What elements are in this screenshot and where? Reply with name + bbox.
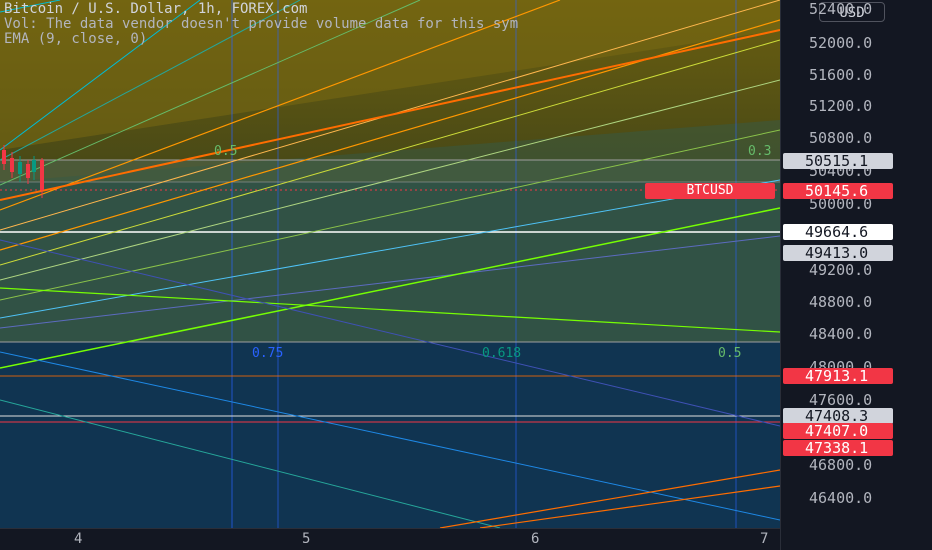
time-tick: 5 — [302, 531, 311, 547]
price-tag-white: 49664.6 — [783, 224, 893, 240]
price-tag-last: 50145.6 — [783, 183, 893, 199]
chart-legend[interactable]: Bitcoin / U.S. Dollar, 1h, FOREX.com Vol… — [4, 2, 518, 47]
fib-label: 0.618 — [482, 346, 522, 361]
price-tag-red: 47338.1 — [783, 440, 893, 456]
price-tick: 51600.0 — [809, 66, 873, 84]
time-axis[interactable]: 4 5 6 7 — [0, 528, 780, 550]
symbol-price-tag: BTCUSD — [645, 183, 775, 199]
time-tick: 6 — [531, 531, 540, 547]
price-tick: 48400.0 — [809, 325, 873, 343]
price-tick: 48800.0 — [809, 293, 873, 311]
chart-canvas[interactable] — [0, 0, 780, 528]
price-tick: 52000.0 — [809, 34, 873, 52]
price-tick: 49200.0 — [809, 261, 873, 279]
price-tick: 52400.0 — [809, 0, 873, 18]
price-tag-gray: 49413.0 — [783, 245, 893, 261]
price-tick: 46400.0 — [809, 489, 873, 507]
price-tick: 51200.0 — [809, 97, 873, 115]
volume-note: Vol: The data vendor doesn't provide vol… — [4, 16, 519, 32]
ema-indicator-label[interactable]: EMA (9, close, 0) — [4, 32, 518, 47]
fib-label: 0.3 — [748, 144, 772, 159]
chart-pane[interactable]: Bitcoin / U.S. Dollar, 1h, FOREX.com Vol… — [0, 0, 780, 528]
fib-label: 0.75 — [252, 346, 284, 361]
fib-label: 0.5 — [718, 346, 742, 361]
time-tick: 7 — [760, 531, 769, 547]
price-axis[interactable]: USD 52400.0 52000.0 51600.0 51200.0 5080… — [780, 0, 932, 550]
fib-label: 0.5 — [214, 144, 238, 159]
price-tick: 50800.0 — [809, 129, 873, 147]
price-tag-red: 47407.0 — [783, 423, 893, 439]
price-tag-gray: 50515.1 — [783, 153, 893, 169]
symbol-title[interactable]: Bitcoin / U.S. Dollar, 1h, FOREX.com — [4, 2, 518, 17]
time-tick: 4 — [74, 531, 83, 547]
price-tag-red: 47913.1 — [783, 368, 893, 384]
price-tick: 46800.0 — [809, 456, 873, 474]
